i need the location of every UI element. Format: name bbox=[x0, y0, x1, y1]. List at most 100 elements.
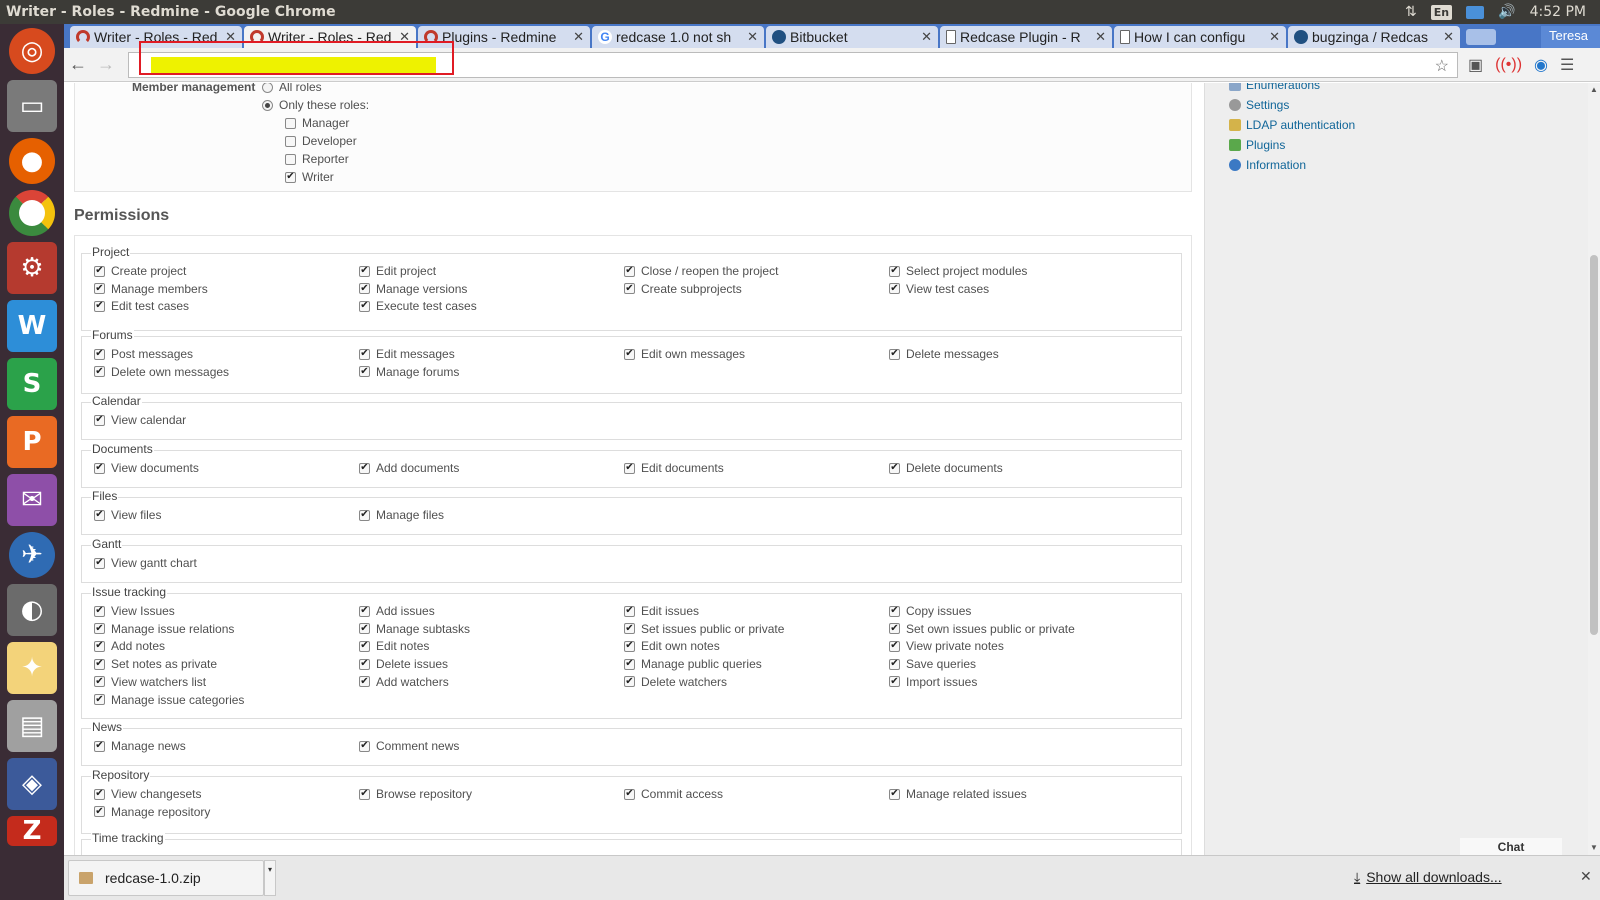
checkbox[interactable]: ✔ bbox=[359, 300, 370, 312]
checkbox[interactable]: ✔ bbox=[624, 788, 635, 800]
checkbox[interactable]: ✔ bbox=[359, 348, 370, 360]
permission-checkbox[interactable]: ✔ Select project modules bbox=[889, 264, 1027, 278]
sidebar-item-ldap[interactable]: LDAP authentication bbox=[1229, 118, 1355, 132]
permission-checkbox[interactable]: ✔ Delete issues bbox=[359, 657, 448, 671]
checkbox[interactable]: ✔ bbox=[94, 658, 105, 670]
permission-checkbox[interactable]: ✔ Comment news bbox=[359, 739, 459, 753]
permission-checkbox[interactable]: ✔ Manage files bbox=[359, 508, 444, 522]
permission-checkbox[interactable]: ✔ Add issues bbox=[359, 604, 435, 618]
permission-checkbox[interactable]: ✔ Edit test cases bbox=[94, 299, 189, 313]
clock[interactable]: 4:52 PM bbox=[1530, 4, 1586, 20]
permission-checkbox[interactable]: ✔ Edit notes bbox=[359, 639, 429, 653]
checkbox[interactable]: ✔ bbox=[94, 557, 105, 569]
permission-checkbox[interactable]: ✔ Edit issues bbox=[624, 604, 699, 618]
permission-checkbox[interactable]: ✔ View watchers list bbox=[94, 675, 206, 689]
permission-checkbox[interactable]: ✔ Edit own messages bbox=[624, 347, 745, 361]
permission-checkbox[interactable]: ✔ Commit access bbox=[624, 787, 723, 801]
permission-checkbox[interactable]: ✔ Manage issue categories bbox=[94, 693, 244, 707]
back-arrow-icon[interactable]: ← bbox=[64, 54, 92, 75]
checkbox[interactable]: ✔ bbox=[624, 605, 635, 617]
checkbox[interactable]: ✔ bbox=[359, 788, 370, 800]
browser-tab[interactable]: Redcase Plugin - R ✕ bbox=[940, 26, 1112, 48]
checkbox[interactable]: ✔ bbox=[359, 462, 370, 474]
checkbox[interactable]: ✔ bbox=[359, 658, 370, 670]
radio-button[interactable] bbox=[262, 83, 273, 93]
browser-tab[interactable]: bugzinga / Redcas ✕ bbox=[1288, 26, 1460, 48]
permission-checkbox[interactable]: ✔ Browse repository bbox=[359, 787, 472, 801]
checkbox[interactable]: ✔ bbox=[94, 694, 105, 705]
permission-checkbox[interactable]: ✔ Set issues public or private bbox=[624, 622, 784, 636]
checkbox[interactable]: ✔ bbox=[889, 348, 900, 360]
radio-button[interactable] bbox=[262, 99, 273, 111]
close-tab-icon[interactable]: ✕ bbox=[747, 29, 758, 45]
checkbox[interactable]: ✔ bbox=[94, 283, 105, 295]
checkbox[interactable]: ✔ bbox=[359, 265, 370, 277]
permission-checkbox[interactable]: ✔ Manage versions bbox=[359, 282, 467, 296]
permission-checkbox[interactable]: ✔ Add documents bbox=[359, 461, 459, 475]
checkbox[interactable]: ✔ bbox=[94, 740, 105, 752]
pidgin-icon[interactable]: ✉ bbox=[7, 474, 57, 526]
ubuntu-dash-icon[interactable]: ◎ bbox=[9, 28, 55, 74]
close-tab-icon[interactable]: ✕ bbox=[1269, 29, 1280, 45]
browser-tab[interactable]: Bitbucket ✕ bbox=[766, 26, 938, 48]
checkbox[interactable] bbox=[285, 153, 296, 165]
permission-checkbox[interactable]: ✔ Add notes bbox=[94, 639, 165, 653]
checkbox[interactable]: ✔ bbox=[624, 462, 635, 474]
browser-tab[interactable]: G redcase 1.0 not sh ✕ bbox=[592, 26, 764, 48]
checkbox[interactable]: ✔ bbox=[889, 462, 900, 474]
permission-checkbox[interactable]: ✔ View test cases bbox=[889, 282, 989, 296]
mail-icon[interactable] bbox=[1466, 5, 1485, 19]
system-settings-icon[interactable]: ⚙ bbox=[7, 242, 57, 294]
scrollbar-thumb[interactable] bbox=[1590, 255, 1598, 635]
permission-checkbox[interactable]: ✔ Add watchers bbox=[359, 675, 449, 689]
checkbox[interactable]: ✔ bbox=[624, 265, 635, 277]
checkbox[interactable]: ✔ bbox=[359, 640, 370, 652]
download-item[interactable]: redcase-1.0.zip bbox=[68, 860, 264, 896]
permission-checkbox[interactable]: ✔ Delete watchers bbox=[624, 675, 727, 689]
wps-spreadsheets-icon[interactable]: S bbox=[7, 358, 57, 410]
forward-arrow-icon[interactable]: → bbox=[92, 54, 120, 75]
volume-icon[interactable]: 🔊 bbox=[1498, 4, 1515, 20]
permission-checkbox[interactable]: ✔ Save queries bbox=[889, 657, 976, 671]
profile-button[interactable]: Teresa bbox=[1540, 26, 1600, 48]
firefox-icon[interactable]: ● bbox=[9, 138, 55, 184]
wps-presentation-icon[interactable]: P bbox=[7, 416, 57, 468]
keyboard-layout-indicator[interactable]: En bbox=[1430, 4, 1453, 20]
checkbox[interactable]: ✔ bbox=[889, 623, 900, 635]
permission-checkbox[interactable]: ✔ Create subprojects bbox=[624, 282, 742, 296]
checkbox[interactable]: ✔ bbox=[624, 283, 635, 295]
checkbox[interactable]: ✔ bbox=[94, 788, 105, 800]
menu-icon[interactable]: ☰ bbox=[1560, 55, 1574, 75]
sidebar-item-plugins[interactable]: Plugins bbox=[1229, 138, 1285, 152]
address-bar[interactable]: ☆ bbox=[128, 40, 1458, 78]
permission-checkbox[interactable]: ✔ View Issues bbox=[94, 604, 175, 618]
sidebar-item-enumerations[interactable]: Enumerations bbox=[1229, 83, 1320, 92]
checkbox[interactable]: ✔ bbox=[359, 605, 370, 617]
close-tab-icon[interactable]: ✕ bbox=[921, 29, 932, 45]
permission-checkbox[interactable]: ✔ Execute test cases bbox=[359, 299, 477, 313]
permission-checkbox[interactable]: ✔ Manage issue relations bbox=[94, 622, 234, 636]
checkbox[interactable]: ✔ bbox=[94, 414, 105, 426]
checkbox[interactable]: ✔ bbox=[94, 366, 105, 378]
checkbox[interactable]: ✔ bbox=[94, 640, 105, 652]
permission-checkbox[interactable]: ✔ View gantt chart bbox=[94, 556, 197, 570]
scanner-icon[interactable]: ▤ bbox=[7, 700, 57, 752]
checkbox[interactable]: ✔ bbox=[94, 265, 105, 277]
thunderbird-icon[interactable]: ✈ bbox=[9, 532, 55, 578]
role-checkbox-writer[interactable]: ✔ Writer bbox=[285, 170, 334, 184]
permission-checkbox[interactable]: ✔ Close / reopen the project bbox=[624, 264, 778, 278]
permission-checkbox[interactable]: ✔ Set notes as private bbox=[94, 657, 217, 671]
checkbox[interactable]: ✔ bbox=[889, 605, 900, 617]
permission-checkbox[interactable]: ✔ View files bbox=[94, 508, 161, 522]
checkbox[interactable]: ✔ bbox=[94, 676, 105, 688]
permission-checkbox[interactable]: ✔ Delete own messages bbox=[94, 365, 229, 379]
close-shelf-icon[interactable]: ✕ bbox=[1580, 868, 1592, 885]
checkbox[interactable]: ✔ bbox=[889, 658, 900, 670]
permission-checkbox[interactable]: ✔ View changesets bbox=[94, 787, 202, 801]
checkbox[interactable]: ✔ bbox=[359, 283, 370, 295]
checkbox[interactable]: ✔ bbox=[94, 623, 105, 635]
chrome-icon[interactable] bbox=[9, 190, 55, 236]
checkbox[interactable]: ✔ bbox=[94, 806, 105, 818]
wps-writer-icon[interactable]: W bbox=[7, 300, 57, 352]
close-tab-icon[interactable]: ✕ bbox=[1095, 29, 1106, 45]
